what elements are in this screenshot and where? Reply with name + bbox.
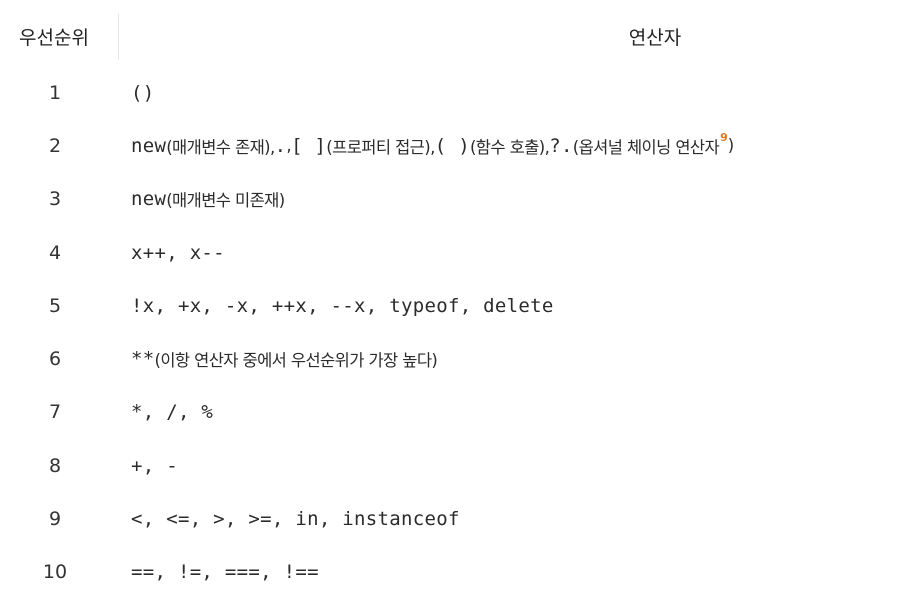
table-row: 2 new (매개변수 존재), ., [ ] (프로퍼티 접근), ( ) (함수 … <box>0 119 922 172</box>
table-row: 4 x++, x-- <box>0 226 922 279</box>
table-header: 우선순위 연산자 <box>0 0 922 72</box>
operator-cell: () <box>131 66 918 119</box>
operator-code: +, - <box>131 454 178 477</box>
priority-number: 7 <box>48 401 62 424</box>
operator-code: () <box>131 81 155 104</box>
operator-code: ** <box>131 348 155 371</box>
priority-number: 2 <box>48 134 62 157</box>
priority-number: 9 <box>48 508 62 531</box>
operator-code: ?. <box>549 134 573 157</box>
operator-cell: *, /, % <box>131 386 918 439</box>
operator-code: ==, !=, ===, !== <box>131 561 319 584</box>
operator-code: <, <=, >, >=, in, instanceof <box>131 508 460 531</box>
operator-cell: ==, !=, ===, !== <box>131 546 918 599</box>
operator-column-header: 연산자 <box>628 26 682 49</box>
operator-code: [ ] <box>291 134 327 157</box>
operator-note: (프로퍼티 접근), <box>326 137 435 157</box>
operator-code: new <box>131 188 167 211</box>
operator-cell: x++, x-- <box>131 226 918 279</box>
table-row: 7 *, /, % <box>0 386 922 439</box>
priority-number: 8 <box>48 454 62 477</box>
priority-column-header: 우선순위 <box>19 26 89 49</box>
priority-number: 6 <box>48 348 62 371</box>
precedence-table: 1 () 2 new (매개변수 존재), ., [ ] (프로퍼티 접근), ( … <box>0 66 922 599</box>
operator-note: (함수 호출), <box>469 137 550 157</box>
operator-cell: <, <=, >, >=, in, instanceof <box>131 492 918 545</box>
table-row: 9 <, <=, >, >=, in, instanceof <box>0 492 922 545</box>
operator-code: x++, x-- <box>131 241 225 264</box>
operator-code: ( ) <box>434 134 470 157</box>
operator-note: (매개변수 존재), <box>166 137 275 157</box>
operator-note: (이항 연산자 중에서 우선순위가 가장 높다) <box>154 351 438 371</box>
priority-number: 3 <box>48 188 62 211</box>
table-row: 6 ** (이항 연산자 중에서 우선순위가 가장 높다) <box>0 332 922 385</box>
operator-code: new <box>131 134 167 157</box>
operator-cell: !x, +x, -x, ++x, --x, typeof, delete <box>131 279 918 332</box>
operator-cell: ** (이항 연산자 중에서 우선순위가 가장 높다) <box>131 332 918 385</box>
operator-note: ) <box>727 136 734 156</box>
table-row: 1 () <box>0 66 922 119</box>
operator-note: (옵셔널 체이닝 연산자 <box>572 137 720 157</box>
table-row: 8 +, - <box>0 439 922 492</box>
operator-code: *, /, % <box>131 401 214 424</box>
table-row: 5 !x, +x, -x, ++x, --x, typeof, delete <box>0 279 922 332</box>
operator-cell: new (매개변수 미존재) <box>131 173 918 226</box>
operator-cell: +, - <box>131 439 918 492</box>
priority-number: 4 <box>48 241 62 264</box>
footnote-marker: 9 <box>720 131 728 145</box>
operator-code: !x, +x, -x, ++x, --x, typeof, delete <box>131 294 554 317</box>
table-row: 10 ==, !=, ===, !== <box>0 546 922 599</box>
header-divider <box>118 14 119 60</box>
priority-number: 10 <box>42 561 68 584</box>
table-row: 3 new (매개변수 미존재) <box>0 173 922 226</box>
operator-note: (매개변수 미존재) <box>166 191 285 211</box>
operator-code: . <box>274 134 287 157</box>
priority-number: 1 <box>48 81 62 104</box>
priority-number: 5 <box>48 294 62 317</box>
operator-cell: new (매개변수 존재), ., [ ] (프로퍼티 접근), ( ) (함수 호출… <box>131 119 918 172</box>
